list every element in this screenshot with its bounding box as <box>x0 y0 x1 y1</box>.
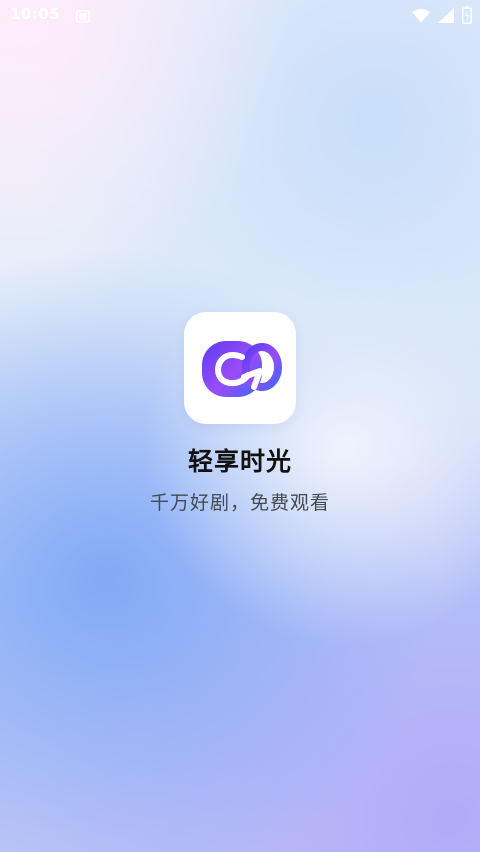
status-icons <box>412 6 472 28</box>
app-name: 轻享时光 <box>187 447 292 476</box>
signal-icon <box>438 7 454 27</box>
notification-icon <box>76 8 90 27</box>
splash-content: 轻享时光 千万好剧，免费观看 <box>0 312 480 515</box>
app-icon <box>184 312 296 424</box>
app-logo-icon <box>202 341 282 397</box>
wifi-icon <box>412 8 430 27</box>
status-time: 10:05 <box>10 5 61 23</box>
battery-icon <box>462 6 472 28</box>
splash-screen: 10:05 轻享时光 千万好剧，免费观看 <box>0 0 480 852</box>
status-bar: 10:05 <box>0 0 480 30</box>
app-slogan: 千万好剧，免费观看 <box>149 492 330 514</box>
